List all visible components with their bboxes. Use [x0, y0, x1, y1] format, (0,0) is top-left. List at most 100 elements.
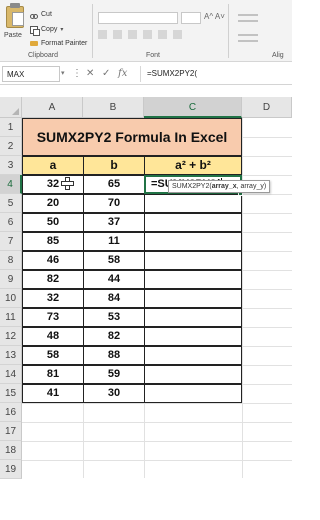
- row-header-8[interactable]: 8: [0, 251, 22, 270]
- gridline: [22, 403, 292, 404]
- header-cell-a[interactable]: a: [22, 156, 84, 175]
- cell-c5[interactable]: [144, 194, 242, 213]
- cell-c11[interactable]: [144, 308, 242, 327]
- cell-b14[interactable]: 59: [83, 365, 145, 384]
- row-header-7[interactable]: 7: [0, 232, 22, 251]
- font-color-button[interactable]: [173, 30, 182, 39]
- cell-c15[interactable]: [144, 384, 242, 403]
- row-header-9[interactable]: 9: [0, 270, 22, 289]
- tooltip-function[interactable]: SUMX2PY2(: [172, 183, 212, 190]
- cell-b12[interactable]: 82: [83, 327, 145, 346]
- row-header-3[interactable]: 3: [0, 156, 22, 175]
- clipboard-group-label: Clipboard: [28, 52, 58, 59]
- row-header-15[interactable]: 15: [0, 384, 22, 403]
- align-center-icon[interactable]: [238, 40, 258, 42]
- cell-b7[interactable]: 11: [83, 232, 145, 251]
- row-header-13[interactable]: 13: [0, 346, 22, 365]
- cell-a13[interactable]: 58: [22, 346, 84, 365]
- cell-c9[interactable]: [144, 270, 242, 289]
- cell-b9[interactable]: 44: [83, 270, 145, 289]
- cell-a8[interactable]: 46: [22, 251, 84, 270]
- cell-a15[interactable]: 41: [22, 384, 84, 403]
- cell-a11[interactable]: 73: [22, 308, 84, 327]
- cell-a7[interactable]: 85: [22, 232, 84, 251]
- cell-a4[interactable]: 32: [22, 175, 84, 194]
- row-header-2[interactable]: 2: [0, 137, 22, 156]
- cell-select-cursor-icon: [61, 177, 74, 190]
- header-cell-c[interactable]: a² + b²: [144, 156, 242, 175]
- row-header-12[interactable]: 12: [0, 327, 22, 346]
- cell-c7[interactable]: [144, 232, 242, 251]
- column-header-d[interactable]: D: [242, 97, 292, 118]
- italic-button[interactable]: [113, 30, 122, 39]
- formula-input[interactable]: =SUMX2PY2(: [140, 66, 290, 82]
- cell-c10[interactable]: [144, 289, 242, 308]
- tooltip-arg-array-x[interactable]: array_x: [212, 183, 237, 190]
- cut-button[interactable]: Cut: [30, 9, 52, 20]
- row-header-18[interactable]: 18: [0, 441, 22, 460]
- spreadsheet-grid: A B C D 1 2 3 4 5 6 7 8 9 10 11 12 13 14…: [0, 88, 292, 520]
- font-size-dropdown[interactable]: [181, 12, 201, 24]
- alignment-group: [232, 10, 292, 50]
- paste-button[interactable]: Paste: [2, 2, 28, 50]
- font-name-dropdown[interactable]: [98, 12, 178, 24]
- row-header-6[interactable]: 6: [0, 213, 22, 232]
- font-size-grow-icon[interactable]: A^ A˅: [204, 12, 225, 21]
- row-header-11[interactable]: 11: [0, 308, 22, 327]
- align-middle-icon[interactable]: [238, 20, 258, 22]
- row-header-10[interactable]: 10: [0, 289, 22, 308]
- cell-c13[interactable]: [144, 346, 242, 365]
- align-left-icon[interactable]: [238, 34, 258, 36]
- copy-button[interactable]: Copy ▾: [30, 24, 63, 36]
- clipboard-clip-icon: [10, 3, 20, 8]
- cell-c8[interactable]: [144, 251, 242, 270]
- chevron-down-icon[interactable]: ▾: [60, 26, 63, 33]
- cell-c6[interactable]: [144, 213, 242, 232]
- fill-color-button[interactable]: [158, 30, 167, 39]
- row-header-17[interactable]: 17: [0, 422, 22, 441]
- row-header-16[interactable]: 16: [0, 403, 22, 422]
- font-tools: [98, 30, 182, 39]
- column-header-b[interactable]: B: [83, 97, 144, 118]
- enter-check-icon[interactable]: ✓: [102, 67, 110, 81]
- cell-a6[interactable]: 50: [22, 213, 84, 232]
- cell-b15[interactable]: 30: [83, 384, 145, 403]
- cell-c14[interactable]: [144, 365, 242, 384]
- cancel-icon[interactable]: ✕: [86, 67, 94, 81]
- copy-label: Copy: [41, 26, 58, 33]
- cell-a9[interactable]: 82: [22, 270, 84, 289]
- row-header-5[interactable]: 5: [0, 194, 22, 213]
- cell-a5[interactable]: 20: [22, 194, 84, 213]
- font-group-label: Font: [146, 52, 161, 59]
- cell-b5[interactable]: 70: [83, 194, 145, 213]
- align-top-icon[interactable]: [238, 14, 258, 16]
- column-header-c[interactable]: C: [144, 97, 242, 118]
- insert-function-icon[interactable]: fx: [118, 67, 127, 81]
- border-button[interactable]: [143, 30, 152, 39]
- cell-b8[interactable]: 58: [83, 251, 145, 270]
- row-header-14[interactable]: 14: [0, 365, 22, 384]
- bold-button[interactable]: [98, 30, 107, 39]
- cell-b13[interactable]: 88: [83, 346, 145, 365]
- cell-b6[interactable]: 37: [83, 213, 145, 232]
- row-header-19[interactable]: 19: [0, 460, 22, 479]
- gridline: [22, 441, 292, 442]
- alignment-group-label: Alig: [272, 52, 284, 59]
- row-header-4[interactable]: 4: [0, 175, 22, 194]
- cell-b11[interactable]: 53: [83, 308, 145, 327]
- header-cell-b[interactable]: b: [83, 156, 145, 175]
- select-all-button[interactable]: [0, 97, 22, 118]
- format-painter-button[interactable]: Format Painter: [30, 38, 87, 49]
- cell-b10[interactable]: 84: [83, 289, 145, 308]
- cell-a10[interactable]: 32: [22, 289, 84, 308]
- name-box[interactable]: MAX: [2, 66, 60, 82]
- cell-b4[interactable]: 65: [83, 175, 145, 194]
- cell-c12[interactable]: [144, 327, 242, 346]
- sheet-title-cell[interactable]: SUMX2PY2 Formula In Excel: [22, 118, 242, 156]
- cell-a12[interactable]: 48: [22, 327, 84, 346]
- column-header-a[interactable]: A: [22, 97, 83, 118]
- chevron-down-icon[interactable]: ▾: [61, 69, 65, 77]
- row-header-1[interactable]: 1: [0, 118, 22, 137]
- cell-a14[interactable]: 81: [22, 365, 84, 384]
- underline-button[interactable]: [128, 30, 137, 39]
